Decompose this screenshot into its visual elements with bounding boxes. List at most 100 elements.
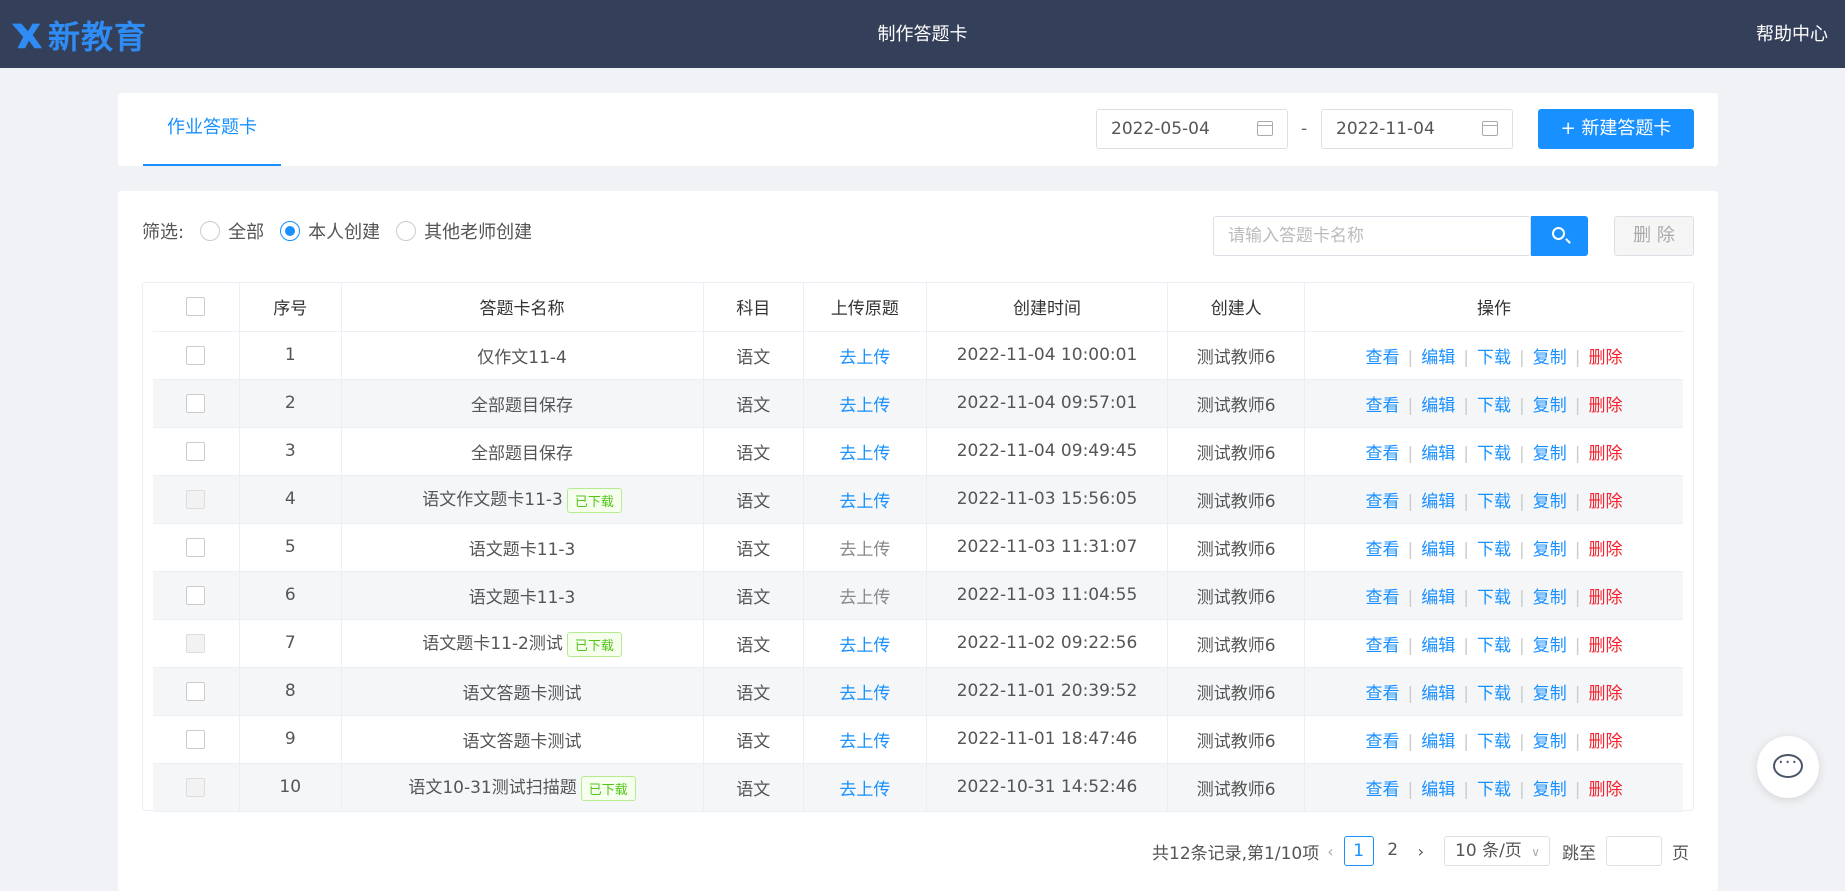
table-row: 2 全部题目保存 语文 去上传 2022-11-04 09:57:01 测试教师6 查看 | 编… <box>153 379 1683 428</box>
action-link[interactable]: 下载 <box>1477 396 1511 416</box>
start-date-picker[interactable]: 2022-05-04 <box>1096 109 1288 149</box>
action-link[interactable]: 查看 <box>1366 636 1400 656</box>
row-select[interactable] <box>153 715 240 764</box>
checkbox[interactable] <box>186 441 206 461</box>
row-select[interactable] <box>153 571 240 620</box>
action-link[interactable]: 复制 <box>1533 540 1567 560</box>
new-answer-card-button[interactable]: + 新建答题卡 <box>1538 109 1694 149</box>
help-center-link[interactable]: 帮助中心 <box>1756 20 1828 46</box>
action-link[interactable]: 删除 <box>1588 348 1622 368</box>
action-link[interactable]: 编辑 <box>1421 492 1455 512</box>
row-select[interactable] <box>153 427 240 476</box>
action-link[interactable]: 复制 <box>1533 396 1567 416</box>
action-link[interactable]: 查看 <box>1366 732 1400 752</box>
checkbox[interactable] <box>186 585 206 605</box>
action-link[interactable]: 下载 <box>1477 780 1511 800</box>
cell-card-name: 语文答题卡测试 <box>341 667 704 716</box>
action-link[interactable]: 下载 <box>1477 588 1511 608</box>
action-link[interactable]: 查看 <box>1366 444 1400 464</box>
action-link[interactable]: 编辑 <box>1421 444 1455 464</box>
row-select[interactable] <box>153 331 240 380</box>
action-link[interactable]: 查看 <box>1366 780 1400 800</box>
action-link[interactable]: 编辑 <box>1421 348 1455 368</box>
action-link[interactable]: 查看 <box>1366 588 1400 608</box>
cell-card-name: 语文答题卡测试 <box>341 715 704 764</box>
search-button[interactable] <box>1531 216 1588 256</box>
action-link[interactable]: 下载 <box>1477 444 1511 464</box>
action-link[interactable]: 编辑 <box>1421 684 1455 704</box>
action-link[interactable]: 删除 <box>1588 780 1622 800</box>
action-link[interactable]: 编辑 <box>1421 588 1455 608</box>
row-select[interactable] <box>153 619 240 668</box>
action-link[interactable]: 查看 <box>1366 396 1400 416</box>
tab-homework-answer-card[interactable]: 作业答题卡 <box>143 93 281 166</box>
batch-delete-button[interactable]: 删 除 <box>1614 216 1694 256</box>
upload-link[interactable]: 去上传 <box>839 636 890 656</box>
chat-support-button[interactable] <box>1757 736 1819 798</box>
row-select[interactable] <box>153 379 240 428</box>
row-select[interactable] <box>153 763 240 812</box>
action-link[interactable]: 查看 <box>1366 492 1400 512</box>
action-link[interactable]: 下载 <box>1477 540 1511 560</box>
checkbox[interactable] <box>186 537 206 557</box>
next-page-icon[interactable]: › <box>1418 842 1424 861</box>
header-select-all[interactable] <box>153 283 240 332</box>
upload-link[interactable]: 去上传 <box>839 396 890 416</box>
search-input[interactable]: 请输入答题卡名称 <box>1213 216 1531 256</box>
upload-link[interactable]: 去上传 <box>839 492 890 512</box>
end-date-picker[interactable]: 2022-11-04 <box>1321 109 1513 149</box>
action-link[interactable]: 下载 <box>1477 732 1511 752</box>
radio-other-teachers[interactable]: 其他老师创建 <box>396 218 532 244</box>
jump-page-input[interactable] <box>1606 836 1663 866</box>
row-select[interactable] <box>153 667 240 716</box>
checkbox[interactable] <box>186 729 206 749</box>
radio-self-created[interactable]: 本人创建 <box>280 218 380 244</box>
action-link[interactable]: 删除 <box>1588 492 1622 512</box>
action-link[interactable]: 删除 <box>1588 444 1622 464</box>
prev-page-icon[interactable]: ‹ <box>1327 842 1333 861</box>
checkbox[interactable] <box>186 681 206 701</box>
page-size-select[interactable]: 10 条/页 ∨ <box>1444 836 1551 866</box>
action-link[interactable]: 查看 <box>1366 684 1400 704</box>
row-select[interactable] <box>153 475 240 524</box>
upload-link[interactable]: 去上传 <box>839 780 890 800</box>
action-link[interactable]: 复制 <box>1533 348 1567 368</box>
action-link[interactable]: 下载 <box>1477 684 1511 704</box>
action-link[interactable]: 复制 <box>1533 684 1567 704</box>
action-link[interactable]: 删除 <box>1588 732 1622 752</box>
action-link[interactable]: 复制 <box>1533 636 1567 656</box>
action-link[interactable]: 复制 <box>1533 492 1567 512</box>
radio-all[interactable]: 全部 <box>200 218 264 244</box>
action-link[interactable]: 删除 <box>1588 588 1622 608</box>
action-link[interactable]: 查看 <box>1366 540 1400 560</box>
action-link[interactable]: 删除 <box>1588 396 1622 416</box>
action-link[interactable]: 删除 <box>1588 636 1622 656</box>
row-select[interactable] <box>153 523 240 572</box>
action-link[interactable]: 复制 <box>1533 780 1567 800</box>
checkbox[interactable] <box>186 297 206 317</box>
checkbox[interactable] <box>186 393 206 413</box>
action-link[interactable]: 查看 <box>1366 348 1400 368</box>
action-link[interactable]: 下载 <box>1477 636 1511 656</box>
upload-link[interactable]: 去上传 <box>839 732 890 752</box>
action-link[interactable]: 编辑 <box>1421 780 1455 800</box>
page-button[interactable]: 1 <box>1343 836 1374 866</box>
action-link[interactable]: 删除 <box>1588 540 1622 560</box>
upload-link[interactable]: 去上传 <box>839 348 890 368</box>
action-link[interactable]: 复制 <box>1533 588 1567 608</box>
action-link[interactable]: 编辑 <box>1421 732 1455 752</box>
action-link[interactable]: 下载 <box>1477 492 1511 512</box>
action-link[interactable]: 复制 <box>1533 444 1567 464</box>
checkbox[interactable] <box>186 345 206 365</box>
cell-actions: 查看 | 编辑 | 下载 | 复制 | 删除 <box>1304 427 1683 476</box>
page-button[interactable]: 2 <box>1378 836 1408 866</box>
action-link[interactable]: 复制 <box>1533 732 1567 752</box>
action-link[interactable]: 删除 <box>1588 684 1622 704</box>
upload-link[interactable]: 去上传 <box>839 684 890 704</box>
action-link[interactable]: 编辑 <box>1421 396 1455 416</box>
card-name-text: 语文题卡11-2测试 <box>422 634 563 655</box>
upload-link[interactable]: 去上传 <box>839 444 890 464</box>
action-link[interactable]: 编辑 <box>1421 636 1455 656</box>
action-link[interactable]: 编辑 <box>1421 540 1455 560</box>
action-link[interactable]: 下载 <box>1477 348 1511 368</box>
